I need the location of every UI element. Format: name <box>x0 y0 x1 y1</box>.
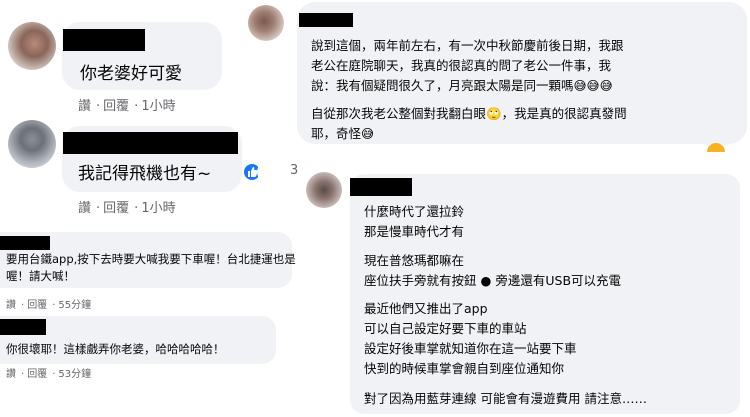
comment-text-line: 自從那次我老公整個對我翻白眼🙄，我是真的很認真發問 <box>311 106 627 121</box>
comment-text-line: 說到這個，兩年前左右，有一次中秋節慶前後日期，我跟 <box>311 38 624 53</box>
comment-bubble: 你老婆好可愛 <box>62 22 222 90</box>
comment-panel-top-left: 你老婆好可愛 讚 · 回覆 · 1小時 我記得飛機也有~ 讚 · 回覆 · 1小時 <box>0 0 258 230</box>
comment-text-line: 耶，奇怪😅 <box>311 126 375 141</box>
like-link[interactable]: 讚 <box>78 201 91 216</box>
comment-actions: 讚 · 回覆 · 53分鐘 <box>6 369 92 380</box>
haha-icon[interactable] <box>707 143 725 152</box>
comment-text-line: 喔！請大喊！ <box>6 269 75 283</box>
reply-link[interactable]: 回覆 <box>27 369 47 380</box>
redacted-name <box>299 13 353 27</box>
avatar[interactable] <box>8 120 56 168</box>
timestamp[interactable]: 1小時 <box>141 99 175 114</box>
like-link[interactable]: 讚 <box>6 369 16 380</box>
comment-text-line: 最近他們又推出了app <box>364 301 488 316</box>
comment-bubble: 你很壞耶！這樣戲弄你老婆，哈哈哈哈哈！ <box>0 316 276 364</box>
reply-link[interactable]: 回覆 <box>103 99 129 114</box>
like-link[interactable]: 讚 <box>6 300 16 311</box>
timestamp[interactable]: 1小時 <box>141 201 175 216</box>
comment-text-line: 要用台鐵app,按下去時要大喊我要下車喔！台北捷運也是 <box>6 252 296 266</box>
comment-text-line: 什麼時代了還拉鈴 <box>364 204 465 219</box>
comment-text-line: 快到的時候車掌會親自到座位通知你 <box>364 361 565 376</box>
timestamp[interactable]: 53分鐘 <box>58 369 91 380</box>
comment-text-line: 可以自己設定好要下車的車站 <box>364 321 527 336</box>
comment-text-line: 那是慢車時代才有 <box>364 224 465 239</box>
timestamp[interactable]: 55分鐘 <box>58 300 91 311</box>
comment-bubble: 什麼時代了還拉鈴 那是慢車時代才有 現在普悠瑪都嘛在 座位扶手旁就有按鈕 ● 旁… <box>350 174 740 414</box>
like-link[interactable]: 讚 <box>78 99 91 114</box>
comment-panel-bottom-right: 什麼時代了還拉鈴 那是慢車時代才有 現在普悠瑪都嘛在 座位扶手旁就有按鈕 ● 旁… <box>300 152 750 417</box>
reaction-count[interactable]: 3 <box>290 163 298 178</box>
like-icon <box>242 162 258 182</box>
avatar[interactable] <box>8 22 56 70</box>
comment-actions: 讚 · 回覆 · 55分鐘 <box>6 300 92 311</box>
comment-actions: 讚 · 回覆 · 1小時 <box>78 201 176 216</box>
comment-bubble: 我記得飛機也有~ <box>62 126 242 192</box>
comment-text-line: 說：我有個疑問很久了，月亮跟太陽是同一顆嗎😅😅😅 <box>311 78 613 93</box>
comment-actions: 讚 · 回覆 · 1小時 <box>78 99 176 114</box>
comment-text-line: 老公在庭院聊天，我真的很認真的問了老公一件事，我 <box>311 58 612 73</box>
comment-text: 我記得飛機也有~ <box>78 164 212 184</box>
comment-text: 你很壞耶！這樣戲弄你老婆，哈哈哈哈哈！ <box>6 342 225 356</box>
comment-panel-top-right: 說到這個，兩年前左右，有一次中秋節慶前後日期，我跟 老公在庭院聊天，我真的很認真… <box>245 0 750 152</box>
redacted-name <box>0 236 50 250</box>
redacted-name <box>63 29 145 51</box>
reply-link[interactable]: 回覆 <box>27 300 47 311</box>
reactions-summary[interactable] <box>242 162 258 182</box>
redacted-name <box>0 319 46 335</box>
reply-link[interactable]: 回覆 <box>103 201 129 216</box>
comment-panel-bottom-left: 要用台鐵app,按下去時要大喊我要下車喔！台北捷運也是 喔！請大喊！ 讚 · 回覆 ·… <box>0 230 300 417</box>
comment-text-line: 對了因為用藍芽連線 可能會有漫遊費用 請注意…… <box>364 391 647 406</box>
avatar[interactable] <box>306 172 342 208</box>
redacted-name <box>350 178 412 196</box>
comment-text: 你老婆好可愛 <box>80 64 182 84</box>
comment-bubble: 說到這個，兩年前左右，有一次中秋節慶前後日期，我跟 老公在庭院聊天，我真的很認真… <box>297 2 747 144</box>
redacted-name <box>63 132 238 154</box>
comment-bubble: 要用台鐵app,按下去時要大喊我要下車喔！台北捷運也是 喔！請大喊！ <box>0 232 296 288</box>
comment-text-line: 座位扶手旁就有按鈕 ● 旁邊還有USB可以充電 <box>364 273 622 288</box>
avatar[interactable] <box>248 5 284 41</box>
comment-text-line: 設定好後車掌就知道你在這一站要下車 <box>364 341 577 356</box>
comment-text-line: 現在普悠瑪都嘛在 <box>364 253 465 268</box>
